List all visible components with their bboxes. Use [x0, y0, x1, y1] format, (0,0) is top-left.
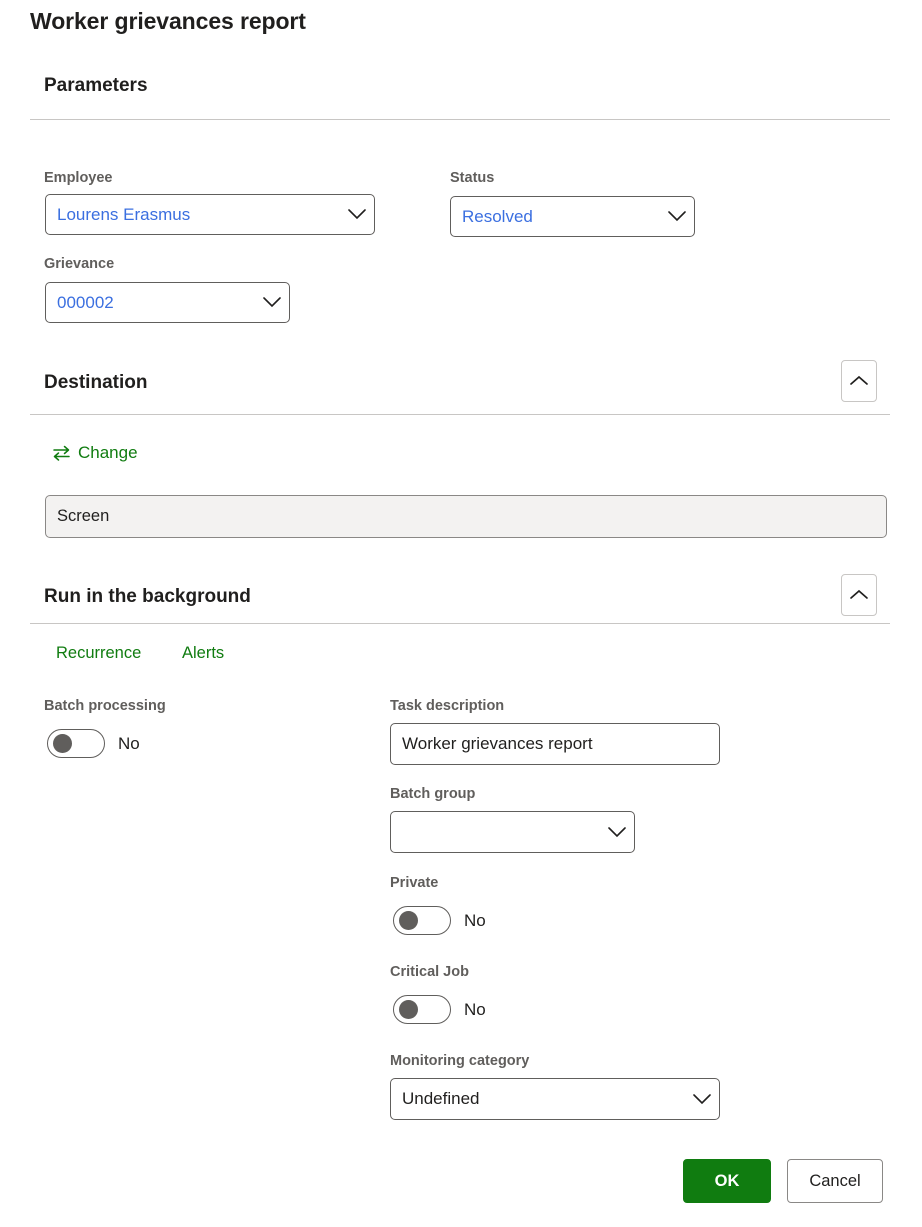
batch-processing-value: No: [118, 733, 140, 753]
chevron-up-icon: [849, 375, 869, 387]
grievance-label: Grievance: [44, 256, 115, 272]
chevron-down-icon[interactable]: [685, 1093, 719, 1105]
batch-processing-toggle[interactable]: [47, 729, 105, 758]
dialog-title: Worker grievances report: [30, 8, 306, 34]
chevron-down-icon[interactable]: [660, 211, 694, 222]
task-description-value: Worker grievances report: [402, 734, 593, 753]
section-heading-parameters: Parameters: [44, 75, 148, 96]
tab-alerts[interactable]: Alerts: [182, 644, 224, 663]
destination-value-field[interactable]: Screen: [45, 495, 887, 538]
ok-button[interactable]: OK: [683, 1159, 771, 1203]
cancel-button[interactable]: Cancel: [787, 1159, 883, 1203]
batch-processing-toggle-group[interactable]: No: [47, 729, 140, 758]
private-toggle-group[interactable]: No: [393, 906, 486, 935]
private-label: Private: [390, 875, 439, 891]
critical-job-toggle[interactable]: [393, 995, 451, 1024]
section-divider-parameters: [30, 119, 890, 120]
section-heading-destination: Destination: [44, 372, 148, 393]
toggle-knob: [53, 734, 72, 753]
status-label: Status: [450, 170, 495, 186]
toggle-knob: [399, 1000, 418, 1019]
batch-group-combobox[interactable]: [390, 811, 635, 853]
grievance-value: 000002: [57, 292, 114, 312]
status-value: Resolved: [462, 206, 533, 226]
monitoring-category-combobox[interactable]: Undefined: [390, 1078, 720, 1120]
change-link-label: Change: [78, 443, 138, 462]
destination-value: Screen: [57, 507, 110, 525]
monitoring-category-label: Monitoring category: [390, 1053, 530, 1069]
chevron-down-icon[interactable]: [340, 209, 374, 220]
task-description-input[interactable]: Worker grievances report: [390, 723, 720, 765]
employee-value: Lourens Erasmus: [57, 204, 191, 224]
task-description-label: Task description: [390, 698, 505, 714]
tab-recurrence[interactable]: Recurrence: [56, 644, 141, 663]
monitoring-category-value: Undefined: [402, 1089, 480, 1108]
section-heading-run-in-background: Run in the background: [44, 586, 251, 607]
private-toggle[interactable]: [393, 906, 451, 935]
section-divider-background: [30, 623, 890, 624]
employee-combobox[interactable]: Lourens Erasmus: [45, 194, 375, 235]
batch-processing-label: Batch processing: [44, 698, 166, 714]
section-divider-destination: [30, 414, 890, 415]
employee-label: Employee: [44, 170, 113, 186]
collapse-destination-button[interactable]: [841, 360, 877, 402]
critical-job-toggle-group[interactable]: No: [393, 995, 486, 1024]
collapse-background-button[interactable]: [841, 574, 877, 616]
critical-job-label: Critical Job: [390, 964, 469, 980]
swap-arrows-icon: [52, 445, 71, 461]
chevron-down-icon[interactable]: [255, 297, 289, 308]
batch-group-label: Batch group: [390, 786, 476, 802]
critical-job-value: No: [464, 999, 486, 1019]
status-combobox[interactable]: Resolved: [450, 196, 695, 237]
chevron-up-icon: [849, 589, 869, 601]
change-destination-link[interactable]: Change: [52, 443, 138, 463]
toggle-knob: [399, 911, 418, 930]
chevron-down-icon[interactable]: [600, 826, 634, 838]
private-value: No: [464, 910, 486, 930]
grievance-combobox[interactable]: 000002: [45, 282, 290, 323]
